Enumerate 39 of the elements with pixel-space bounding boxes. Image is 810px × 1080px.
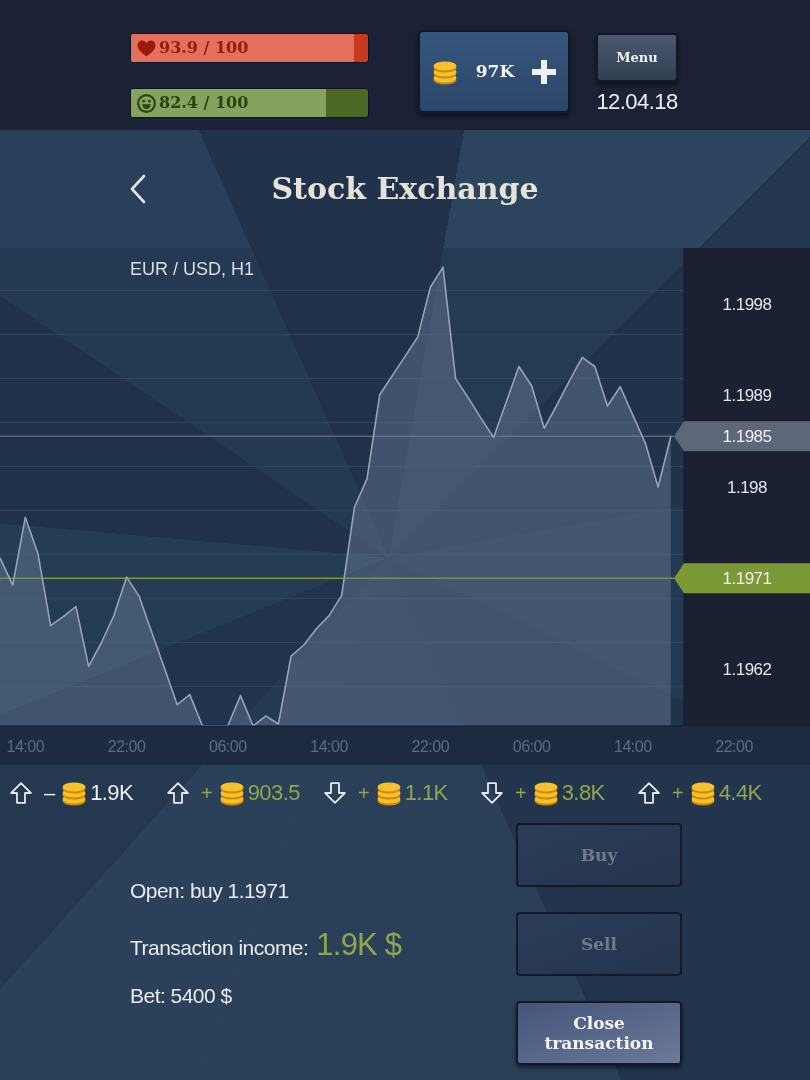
coins-button[interactable]: 97K: [418, 30, 570, 113]
action-button[interactable]: Close transaction: [516, 1001, 682, 1065]
date-label: 12.04.18: [596, 91, 678, 113]
trade-sign: +: [515, 782, 527, 803]
plus-icon: [532, 59, 556, 84]
trade-amount: 3.8K: [561, 781, 605, 804]
time-axis-label: 14:00: [310, 737, 348, 755]
bar-value: 82.4 / 100: [159, 95, 249, 111]
trade-sign: +: [672, 782, 684, 803]
chart-title: EUR / USD, H1: [130, 259, 255, 279]
open-position-text: Open: buy 1.1971: [130, 878, 289, 904]
price-tag-label: 1.1971: [722, 568, 772, 588]
bet-text: Bet: 5400 $: [130, 983, 232, 1009]
income-value: 1.9K $: [316, 928, 402, 962]
time-axis-label: 14:00: [6, 737, 45, 755]
trade-sign: –: [44, 782, 56, 803]
trade-amount: 4.4K: [718, 781, 762, 804]
trade-amount: 1.1K: [404, 781, 448, 804]
price-axis-label: 1.1998: [722, 295, 772, 315]
menu-button[interactable]: Menu: [596, 33, 678, 82]
time-axis-label: 22:00: [411, 737, 450, 755]
time-axis-label: 06:00: [512, 737, 551, 755]
trade-sign: +: [201, 782, 213, 803]
price-tag-label: 1.1985: [722, 426, 772, 446]
price-axis-label: 1.1989: [722, 386, 772, 406]
screen-title: Stock Exchange: [270, 174, 540, 204]
time-axis-label: 06:00: [209, 737, 247, 755]
price-axis-label: 1.1962: [722, 659, 772, 679]
price-axis-label: 1.198: [727, 477, 767, 497]
heart-icon: [137, 39, 156, 57]
time-axis-label: 22:00: [107, 737, 146, 755]
time-axis-label: 22:00: [715, 737, 753, 755]
trade-sign: +: [358, 782, 370, 803]
trade-amount: 903.5: [247, 781, 300, 804]
smiley-icon: [137, 93, 156, 113]
time-axis-label: 14:00: [614, 737, 652, 755]
income-label: Transaction income:: [130, 935, 309, 961]
trade-amount: 1.9K: [90, 781, 134, 804]
bar-value: 93.9 / 100: [159, 40, 249, 56]
